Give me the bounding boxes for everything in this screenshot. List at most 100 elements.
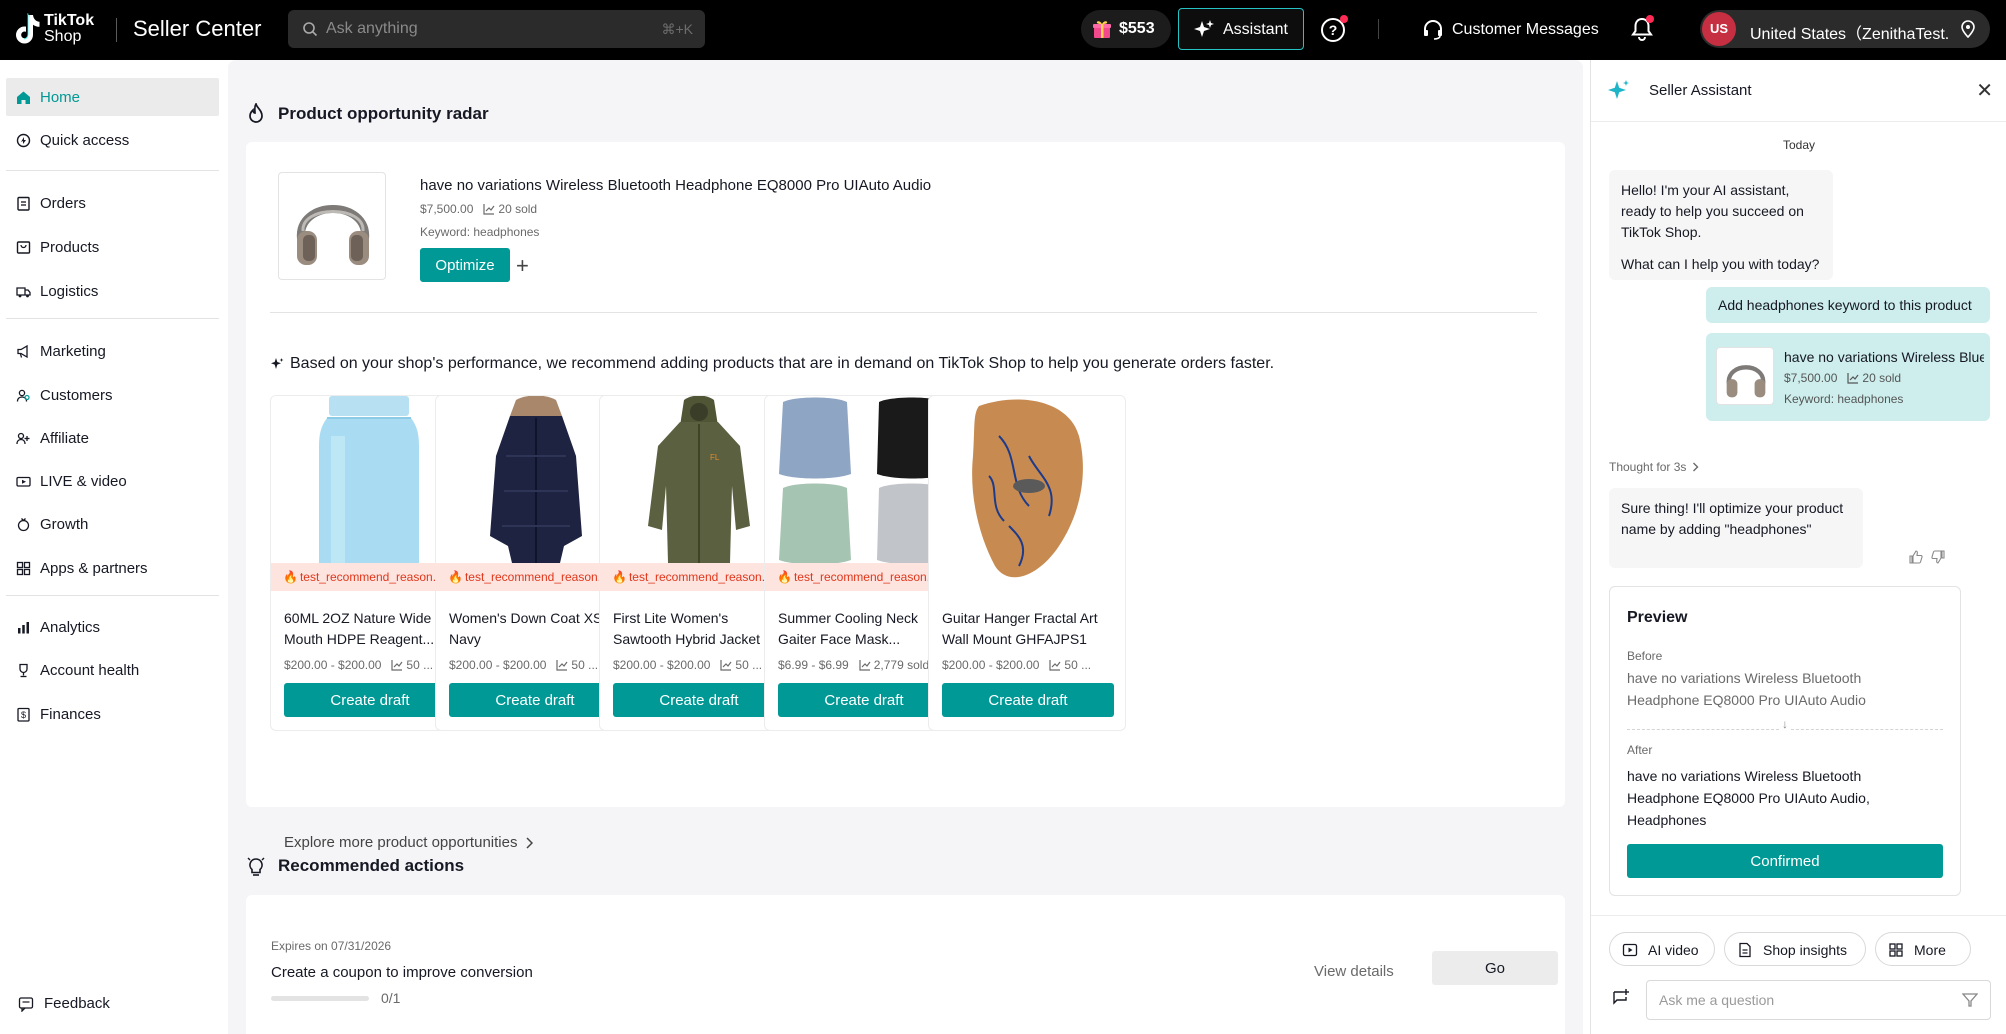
balance-button[interactable]: $553 [1081, 10, 1171, 48]
search-input[interactable] [326, 10, 626, 48]
sidebar-item-logistics[interactable]: Logistics [6, 272, 219, 310]
feedback-link[interactable]: Feedback [18, 995, 110, 1012]
product-card-sold: 50 ... [406, 658, 434, 672]
home-icon [17, 91, 30, 104]
sidebar-item-growth[interactable]: Growth [6, 505, 219, 543]
action-title: Create a coupon to improve conversion [271, 964, 533, 981]
product-card-meta: $200.00 - $200.00 50 ... [284, 658, 433, 672]
assistant-greeting-bubble: Hello! I'm your AI assistant, ready to h… [1609, 170, 1833, 280]
sidebar-item-label: Analytics [40, 619, 101, 636]
fire-icon: 🔥 [448, 570, 463, 584]
sidebar-item-marketing[interactable]: Marketing [6, 332, 219, 370]
assistant-label: Assistant [1223, 21, 1288, 38]
main-content: Product opportunity radar have no variat… [228, 60, 1583, 1034]
sidebar-item-label: Apps & partners [40, 560, 148, 577]
account-label: United States（ZenithaTest... [1750, 26, 1950, 43]
tiktok-shop-logo[interactable]: TikTok Shop [14, 13, 94, 45]
product-card[interactable]: Guitar Hanger Fractal Art Wall Mount GHF… [928, 395, 1126, 731]
trend-icon [1049, 660, 1061, 671]
notification-alert-dot [1646, 15, 1654, 23]
sidebar-item-label: Logistics [40, 283, 99, 300]
thumbs-up-icon[interactable] [1909, 550, 1923, 569]
sidebar-item-orders[interactable]: Orders [6, 184, 219, 222]
explore-more-link[interactable]: Explore more product opportunities [284, 834, 534, 851]
add-icon[interactable]: + [516, 255, 529, 277]
products-icon [16, 241, 31, 254]
sidebar-item-finances[interactable]: $ Finances [6, 695, 219, 733]
customer-messages-button[interactable]: Customer Messages [1422, 16, 1599, 44]
trend-icon [720, 660, 732, 671]
sidebar-item-affiliate[interactable]: Affiliate [6, 419, 219, 457]
sidebar-item-label: Orders [40, 195, 86, 212]
analytics-icon [18, 622, 29, 634]
trend-icon [556, 660, 568, 671]
send-icon[interactable] [1962, 992, 1978, 1008]
close-icon[interactable]: ✕ [1976, 78, 1993, 103]
search-bar[interactable]: ⌘+K [288, 10, 705, 48]
fire-icon [249, 103, 263, 123]
sidebar-divider [6, 595, 219, 596]
more-chip[interactable]: More [1875, 932, 1971, 966]
product-card-name: Summer Cooling Neck Gaiter Face Mask... [778, 610, 919, 647]
sparkle-icon [1608, 80, 1629, 99]
search-icon [303, 22, 318, 37]
ask-question-input[interactable] [1659, 981, 1939, 1019]
sidebar-item-apps-partners[interactable]: Apps & partners [6, 549, 219, 587]
after-label: After [1627, 743, 1653, 757]
sidebar-item-analytics[interactable]: Analytics [6, 608, 219, 646]
headset-icon [1424, 20, 1442, 40]
sidebar-item-quick-access[interactable]: Quick access [6, 121, 219, 159]
panel-header: Seller Assistant ✕ [1591, 60, 2006, 122]
chevron-right-icon [526, 836, 534, 849]
sidebar-item-account-health[interactable]: Account health [6, 651, 219, 689]
new-chat-icon[interactable] [1611, 988, 1631, 1013]
ask-question-box[interactable] [1646, 980, 1991, 1020]
thumbs-down-icon[interactable] [1931, 550, 1945, 569]
account-selector[interactable]: US United States（ZenithaTest... [1700, 10, 1990, 48]
sidebar-item-live-video[interactable]: LIVE & video [6, 462, 219, 500]
product-card-price: $200.00 - $200.00 [284, 658, 382, 672]
shop-insights-chip[interactable]: Shop insights [1724, 932, 1866, 966]
user-message-text: Add headphones keyword to this product [1718, 297, 1972, 313]
create-draft-button[interactable]: Create draft [778, 683, 950, 717]
product-card-sold: 50 ... [1064, 658, 1092, 672]
svg-text:FL: FL [710, 453, 720, 462]
card-product-name: have no variations Wireless Bluetoo... [1784, 349, 1984, 365]
trend-icon [859, 660, 871, 671]
thought-toggle[interactable]: Thought for 3s [1609, 460, 1699, 474]
chip-label: More [1914, 942, 1946, 958]
quick-access-icon [16, 133, 31, 148]
create-draft-button[interactable]: Create draft [284, 683, 456, 717]
sidebar-item-products[interactable]: Products [6, 228, 219, 266]
sparkle-icon [1194, 20, 1214, 37]
apps-icon [16, 561, 31, 576]
product-card-name: Women's Down Coat XS Navy [449, 610, 603, 647]
fire-icon: 🔥 [777, 570, 792, 584]
sidebar-item-label: Account health [40, 662, 140, 679]
create-draft-button[interactable]: Create draft [942, 683, 1114, 717]
assistant-reply-bubble: Sure thing! I'll optimize your product n… [1609, 488, 1863, 568]
create-draft-button[interactable]: Create draft [613, 683, 785, 717]
product-meta: $7,500.00 20 sold [420, 202, 537, 216]
view-details-link[interactable]: View details [1314, 963, 1394, 980]
trophy-icon [19, 663, 28, 678]
assistant-button[interactable]: Assistant [1178, 8, 1304, 50]
notification-bell-icon[interactable] [1630, 15, 1654, 47]
recommended-action-card: Expires on 07/31/2026 Create a coupon to… [246, 895, 1565, 1034]
logo-line-2: Shop [44, 28, 82, 45]
sidebar-divider [6, 170, 219, 171]
help-icon[interactable]: ? [1320, 15, 1348, 48]
card-product-keyword: Keyword: headphones [1784, 392, 1904, 406]
confirmed-button[interactable]: Confirmed [1627, 844, 1943, 878]
grid-icon [1889, 943, 1903, 957]
go-button[interactable]: Go [1432, 951, 1558, 985]
megaphone-icon [17, 344, 28, 359]
sidebar-item-customers[interactable]: Customers [6, 376, 219, 414]
location-pin-icon [1961, 20, 1975, 38]
lightbulb-icon [247, 857, 265, 876]
sidebar-item-home[interactable]: Home [6, 78, 219, 116]
optimize-button[interactable]: Optimize [420, 248, 510, 282]
create-draft-button[interactable]: Create draft [449, 683, 621, 717]
ai-video-chip[interactable]: AI video [1609, 932, 1715, 966]
sidebar-item-label: Finances [40, 706, 101, 723]
